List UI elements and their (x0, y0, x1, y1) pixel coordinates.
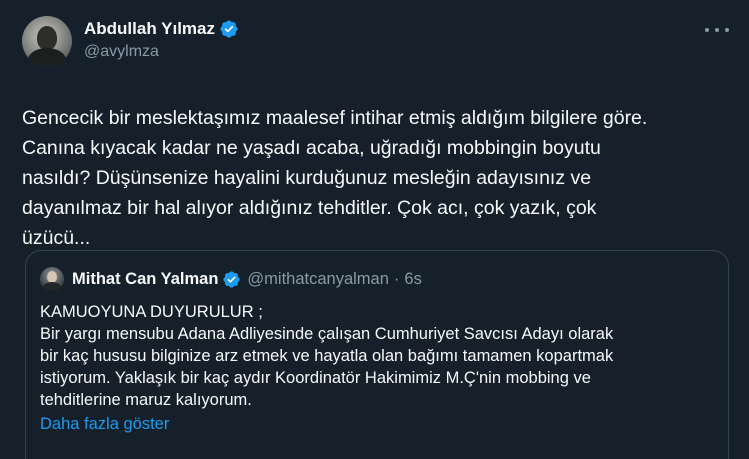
separator-dot: · (393, 269, 400, 288)
author-name[interactable]: Abdullah Yılmaz (84, 19, 215, 39)
tweet-card: Abdullah Yılmaz @avylmza Gencecik bir me… (0, 0, 749, 459)
verified-badge-icon (223, 270, 241, 288)
author-names: Abdullah Yılmaz @avylmza (84, 19, 239, 61)
avatar-shoulders (28, 48, 66, 66)
avatar-face (37, 26, 57, 50)
tweet-header: Abdullah Yılmaz @avylmza (22, 16, 731, 72)
quoted-tweet-text: KAMUOYUNA DUYURULUR ; Bir yargı mensubu … (40, 303, 614, 409)
more-dot (725, 28, 729, 32)
author-avatar[interactable] (22, 16, 72, 66)
verified-badge-icon (220, 20, 238, 38)
quoted-tweet[interactable]: Mithat Can Yalman @mithatcanyalman · 6s … (25, 250, 729, 459)
author-handle[interactable]: @avylmza (84, 43, 239, 61)
avatar-shoulders (43, 282, 61, 291)
author-name-row: Abdullah Yılmaz (84, 19, 239, 39)
quoted-tweet-header: Mithat Can Yalman @mithatcanyalman · 6s (40, 267, 714, 291)
quoted-timestamp[interactable]: 6s (404, 270, 421, 289)
more-dot (705, 28, 709, 32)
more-dot (715, 28, 719, 32)
tweet-text: Gencecik bir meslektaşımız maalesef inti… (22, 107, 648, 249)
quoted-author-avatar[interactable] (40, 267, 64, 291)
more-options-icon[interactable] (705, 20, 729, 40)
show-more-link[interactable]: Daha fazla göster (40, 413, 169, 435)
quoted-author-handle[interactable]: @mithatcanyalman (247, 270, 388, 289)
quoted-author-name[interactable]: Mithat Can Yalman (72, 270, 218, 289)
